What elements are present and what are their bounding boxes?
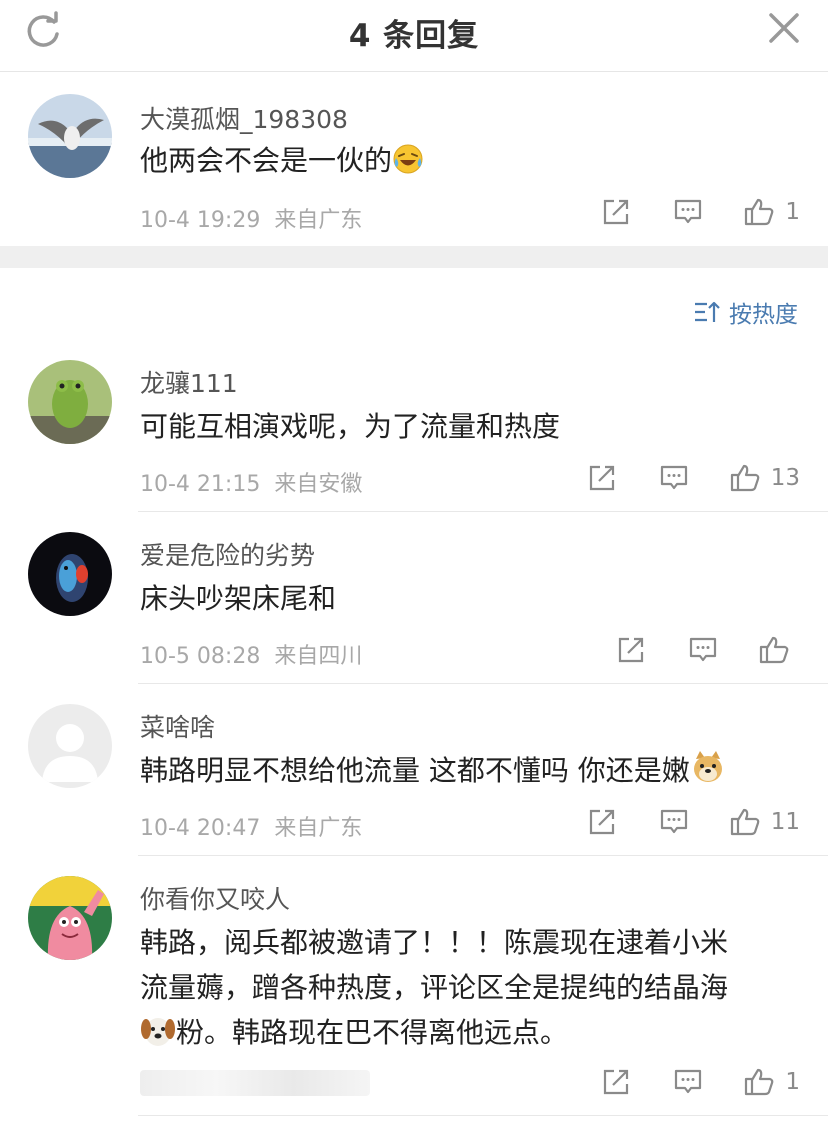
- comment-actions: 1: [601, 196, 800, 228]
- comment-icon: [689, 637, 717, 662]
- avatar[interactable]: [28, 360, 112, 444]
- comment-location: 来自安徽: [274, 472, 363, 497]
- avatar[interactable]: [28, 94, 112, 178]
- thumbs-up-icon: [759, 636, 789, 664]
- reply-item: 爱是危险的劣势 床头吵架床尾和 10-5 08:28 来自四川: [0, 512, 828, 684]
- share-icon: [604, 1069, 629, 1095]
- comment-text-line: 流量薅，蹭各种热度，评论区全是提纯的结晶海: [140, 971, 729, 1004]
- share-icon: [618, 637, 644, 663]
- doge-emoji: [690, 749, 726, 785]
- share-button[interactable]: [601, 197, 631, 227]
- like-count: 13: [770, 465, 800, 491]
- thumbs-up-icon: [745, 198, 774, 226]
- avatar[interactable]: [28, 876, 112, 960]
- comment-location: 来自广东: [274, 208, 363, 233]
- comment-meta: 10-5 08:28 来自四川: [140, 638, 362, 670]
- comment-time: 10-4 20:47: [140, 816, 261, 841]
- comment-text-body: 他两会不会是一伙的: [140, 144, 393, 177]
- page-title: 4 条回复: [348, 18, 480, 54]
- reply-button[interactable]: [673, 197, 703, 227]
- avatar[interactable]: [28, 532, 112, 616]
- laughing-crying-emoji: [392, 143, 424, 175]
- comment-actions: 13: [587, 462, 800, 494]
- username[interactable]: 你看你又咬人: [140, 880, 290, 916]
- comment-actions: 11: [587, 806, 800, 838]
- comment-text: 床头吵架床尾和: [140, 582, 337, 615]
- section-divider: [0, 246, 828, 268]
- thumbs-up-icon: [730, 464, 760, 492]
- comment-actions: 1: [601, 1066, 800, 1098]
- comment-text: 他两会不会是一伙的: [140, 138, 800, 183]
- comment-meta: 10-4 21:15 来自安徽: [140, 466, 362, 498]
- comment-location: 来自四川: [274, 644, 363, 669]
- thumbs-up-icon: [730, 808, 760, 836]
- username[interactable]: 龙骧111: [140, 364, 238, 400]
- share-button[interactable]: [587, 807, 617, 837]
- comment-location: 来自广东: [274, 816, 363, 841]
- sort-button[interactable]: 按热度: [693, 296, 798, 328]
- comment-text: 韩路明显不想给他流量 这都不懂吗 你还是嫩: [140, 748, 800, 793]
- reply-button[interactable]: [659, 463, 689, 493]
- sort-icon: [695, 301, 720, 322]
- share-button[interactable]: [616, 635, 646, 665]
- comment-text: 韩路，阅兵都被邀请了！！！陈震现在逮着小米 流量薅，蹭各种热度，评论区全是提纯的…: [140, 920, 800, 1055]
- comment-text-line: 韩路，阅兵都被邀请了！！！陈震现在逮着小米: [140, 926, 729, 959]
- share-icon: [589, 465, 614, 491]
- reply-item: 你看你又咬人 韩路，阅兵都被邀请了！！！陈震现在逮着小米 流量薅，蹭各种热度，评…: [0, 856, 828, 1118]
- original-comment: 大漠孤烟_198308 他两会不会是一伙的 10-4 19:29 来自广东 1: [0, 72, 828, 246]
- dog-emoji: [140, 1013, 176, 1049]
- comment-icon: [660, 465, 687, 490]
- thumbs-up-icon: [745, 1068, 774, 1096]
- comment-text-line: 粉。韩路现在巴不得离他远点。: [176, 1016, 569, 1049]
- avatar[interactable]: [28, 704, 112, 788]
- comment-text: 可能互相演戏呢，为了流量和热度: [140, 410, 561, 443]
- username[interactable]: 大漠孤烟_198308: [140, 100, 348, 136]
- reply-button[interactable]: [673, 1067, 703, 1097]
- reply-button[interactable]: [688, 635, 718, 665]
- username[interactable]: 菜啥啥: [140, 708, 215, 744]
- blurred-meta: [140, 1070, 370, 1096]
- comment-meta: 10-4 19:29 来自广东: [140, 202, 362, 234]
- close-icon[interactable]: [766, 10, 802, 46]
- comment-time: 10-5 08:28: [140, 644, 261, 669]
- like-button[interactable]: 1: [743, 1066, 800, 1098]
- divider: [138, 1115, 828, 1116]
- sort-label: 按热度: [729, 302, 798, 328]
- reply-button[interactable]: [659, 807, 689, 837]
- comment-icon: [675, 199, 702, 224]
- comment-icon: [660, 809, 687, 834]
- comment-time: 10-4 21:15: [140, 472, 261, 497]
- like-button[interactable]: [758, 634, 800, 666]
- comment-actions: [616, 634, 800, 666]
- like-button[interactable]: 11: [729, 806, 800, 838]
- comment-text-body: 韩路明显不想给他流量 这都不懂吗 你还是嫩: [140, 754, 690, 787]
- share-button[interactable]: [601, 1067, 631, 1097]
- like-button[interactable]: 1: [743, 196, 800, 228]
- share-icon: [589, 809, 614, 835]
- share-icon: [604, 199, 629, 225]
- comment-meta: 10-4 20:47 来自广东: [140, 810, 362, 842]
- comment-icon: [675, 1069, 702, 1094]
- like-count: 1: [785, 199, 800, 225]
- header-bar: 4 条回复: [0, 0, 828, 72]
- like-count: 11: [770, 809, 800, 835]
- comment-time: 10-4 19:29: [140, 208, 261, 233]
- like-button[interactable]: 13: [729, 462, 800, 494]
- share-button[interactable]: [587, 463, 617, 493]
- reply-item: 菜啥啥 韩路明显不想给他流量 这都不懂吗 你还是嫩 10-4 20:47 来自广…: [0, 684, 828, 856]
- username[interactable]: 爱是危险的劣势: [140, 536, 315, 572]
- reply-item: 龙骧111 可能互相演戏呢，为了流量和热度 10-4 21:15 来自安徽 13: [0, 340, 828, 512]
- like-count: 1: [785, 1069, 800, 1095]
